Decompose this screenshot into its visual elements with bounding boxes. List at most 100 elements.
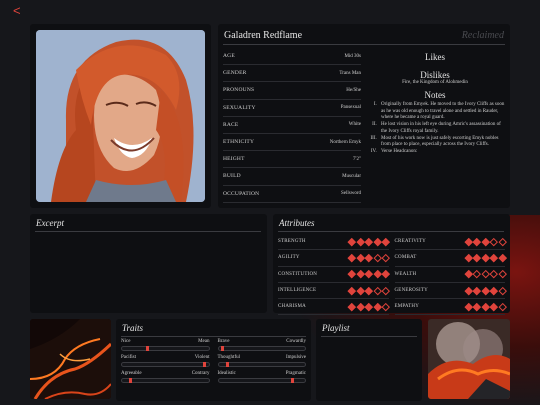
diamond-filled-icon	[481, 302, 490, 311]
character-status: Reclaimed	[461, 30, 504, 41]
diamond-filled-icon	[472, 286, 481, 295]
attribute-row: STRENGTH	[278, 234, 390, 251]
stat-label: AGE	[223, 53, 235, 60]
diamond-empty-icon	[498, 270, 507, 279]
stat-value: 7'2"	[353, 156, 361, 162]
preferences-section: Likes Dislikes Fire, the Kingdom of Aloh…	[364, 48, 506, 156]
attribute-label: CHARISMA	[278, 304, 306, 310]
trait-left-label: Brave	[217, 339, 230, 344]
note-item: Verse Headcanon:	[378, 149, 506, 156]
diamond-filled-icon	[464, 270, 473, 279]
note-item: Most of his work now is just safely esco…	[378, 136, 506, 149]
diamond-filled-icon	[347, 286, 356, 295]
likes-title: Likes	[425, 52, 445, 62]
trait-labels: Agreeable Contrary	[121, 371, 210, 376]
trait-track	[217, 362, 306, 367]
diamond-empty-icon	[489, 237, 498, 246]
trait-track	[121, 378, 210, 383]
diamond-filled-icon	[472, 254, 481, 262]
attributes-panel: Attributes STRENGTH CREATIVITY AGILITY COMB…	[273, 214, 510, 316]
attribute-label: CREATIVITY	[394, 239, 426, 245]
attribute-row: CREATIVITY	[394, 234, 507, 251]
attribute-label: EMPATHY	[394, 304, 420, 310]
stat-row: SEXUALITY Pansexual	[223, 100, 361, 117]
attribute-row: INTELLIGENCE	[278, 283, 390, 300]
trait-right-label: Violent	[194, 355, 210, 360]
stat-row: AGE Mid 30s	[223, 48, 361, 66]
diamond-filled-icon	[347, 270, 356, 279]
trait-track	[217, 378, 306, 383]
attribute-label: COMBAT	[394, 255, 417, 261]
diamond-filled-icon	[472, 237, 481, 246]
diamond-empty-icon	[381, 254, 390, 262]
diamond-filled-icon	[373, 302, 382, 311]
diamond-filled-icon	[464, 302, 473, 311]
divider	[278, 231, 504, 232]
trait-left-label: Thoughtful	[217, 355, 241, 360]
stat-value: Mid 30s	[344, 53, 361, 59]
attribute-label: STRENGTH	[278, 239, 306, 245]
stat-value: White	[348, 122, 361, 128]
attribute-label: INTELLIGENCE	[278, 288, 317, 294]
diamond-filled-icon	[489, 302, 498, 311]
attributes-grid: STRENGTH CREATIVITY AGILITY COMBAT CONSTITUT…	[278, 234, 507, 316]
stat-label: RACE	[223, 121, 239, 128]
character-portrait	[36, 30, 205, 202]
diamond-filled-icon	[489, 286, 498, 295]
diamond-empty-icon	[498, 286, 507, 295]
traits-panel: Traits Nice Mean Brave Cowardly Pacifist Viol…	[116, 319, 311, 401]
trait-slider: Idealistic Pragmatic	[217, 371, 306, 383]
diamond-empty-icon	[498, 237, 507, 246]
trait-slider: Nice Mean	[121, 339, 210, 351]
trait-slider: Thoughtful Impulsive	[217, 355, 306, 367]
excerpt-panel: Excerpt	[30, 214, 267, 313]
diamond-filled-icon	[364, 286, 373, 295]
attribute-rating	[347, 270, 390, 279]
trait-marker	[221, 346, 225, 351]
diamond-filled-icon	[364, 237, 373, 246]
divider	[121, 336, 306, 337]
trait-left-label: Pacifist	[121, 355, 136, 360]
diamond-empty-icon	[481, 270, 490, 279]
divider	[223, 44, 505, 45]
back-arrow-icon[interactable]: <	[13, 3, 21, 18]
diamond-filled-icon	[481, 254, 490, 262]
stat-label: HEIGHT	[223, 156, 245, 163]
diamond-filled-icon	[381, 237, 390, 246]
diamond-filled-icon	[356, 237, 365, 246]
notes-list: Originally from Emyek. He moved to the I…	[364, 102, 506, 156]
trait-track	[121, 362, 210, 367]
character-info-panel: Galadren Redflame Reclaimed AGE Mid 30s G…	[218, 24, 510, 208]
diamond-empty-icon	[381, 286, 390, 295]
diamond-empty-icon	[373, 254, 382, 262]
attribute-row: WEALTH	[394, 267, 507, 283]
stat-row: GENDER Trans Man	[223, 65, 361, 83]
dislikes-text: Fire, the Kingdom of Alohmedin	[402, 80, 468, 85]
playlist-title: Playlist	[322, 323, 350, 333]
diamond-filled-icon	[472, 302, 481, 311]
diamond-filled-icon	[356, 254, 365, 262]
trait-right-label: Contrary	[191, 371, 210, 376]
attribute-rating	[347, 302, 390, 311]
likes-text	[364, 62, 506, 68]
stat-label: SEXUALITY	[223, 104, 256, 111]
diamond-filled-icon	[356, 302, 365, 311]
stat-row: PRONOUNS He/She	[223, 82, 361, 100]
stat-row: ETHNICITY Northern Emyk	[223, 134, 361, 152]
traits-title: Traits	[122, 323, 144, 333]
attribute-label: CONSTITUTION	[278, 271, 318, 277]
attribute-label: AGILITY	[278, 255, 300, 261]
stat-value: Trans Man	[339, 70, 361, 76]
stat-label: ETHNICITY	[223, 139, 255, 146]
diamond-filled-icon	[364, 302, 373, 311]
attribute-rating	[347, 286, 390, 295]
attribute-rating	[464, 237, 507, 246]
lava-image	[30, 319, 111, 399]
attribute-row: CONSTITUTION	[278, 267, 390, 283]
stats-list: AGE Mid 30s GENDER Trans Man PRONOUNS He/Sh…	[223, 48, 361, 203]
stat-value: Sellsword	[341, 191, 361, 197]
trait-left-label: Nice	[121, 339, 131, 344]
trait-left-label: Idealistic	[217, 371, 236, 376]
stat-value: He/She	[346, 87, 361, 93]
playlist-panel: Playlist	[316, 319, 422, 401]
